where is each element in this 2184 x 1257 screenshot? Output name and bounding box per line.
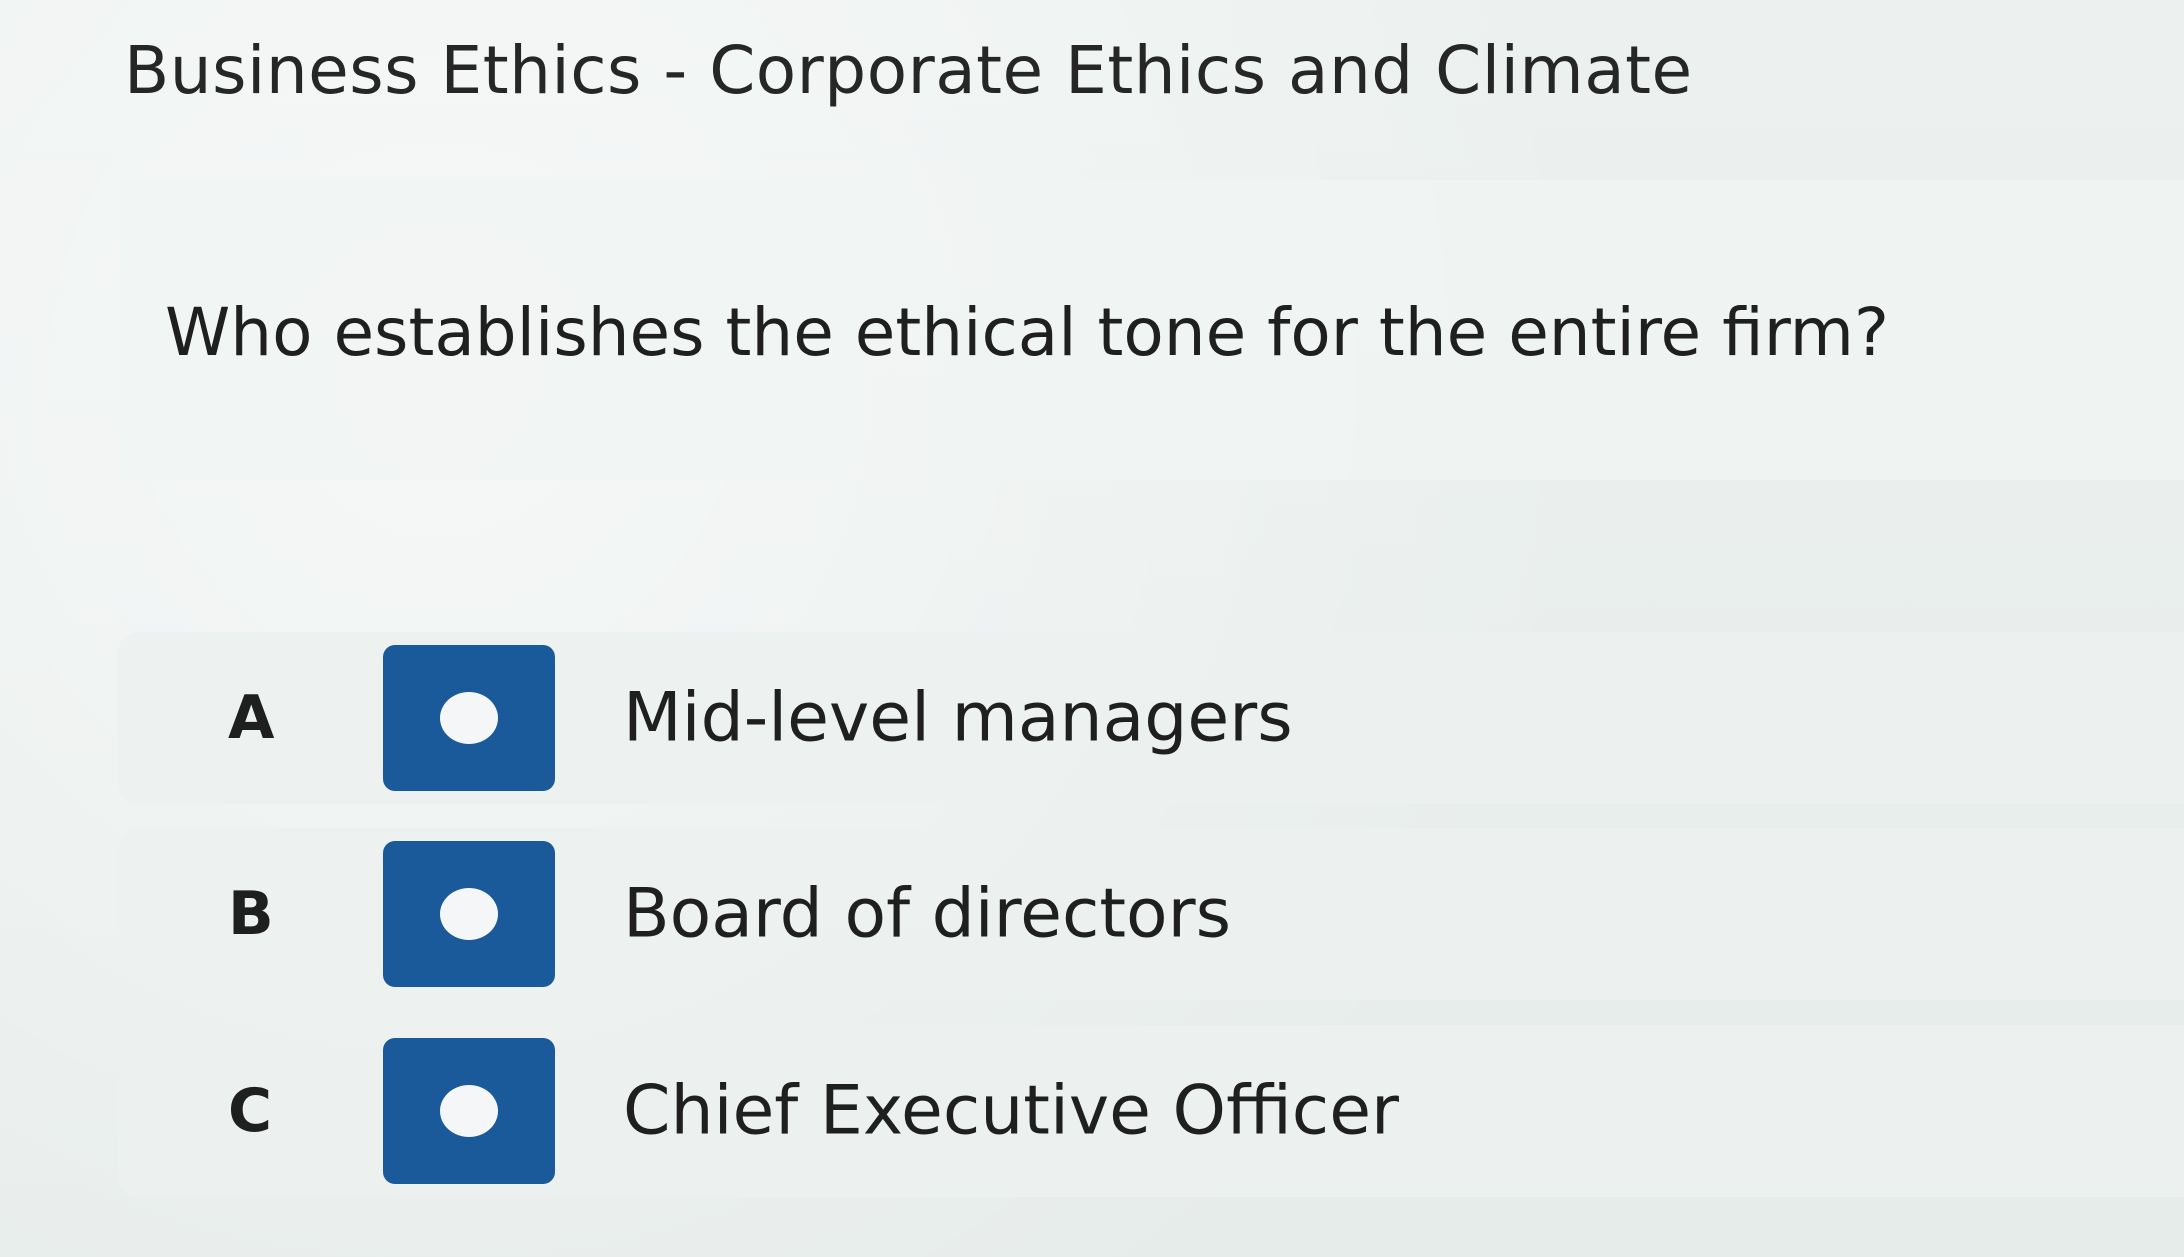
option-label: Chief Executive Officer: [623, 1071, 1399, 1151]
question-text: Who establishes the ethical tone for the…: [165, 294, 1889, 371]
option-letter: B: [228, 879, 274, 949]
option-label: Mid-level managers: [623, 678, 1293, 758]
page-title: Business Ethics - Corporate Ethics and C…: [124, 32, 1693, 109]
answer-option-b[interactable]: B Board of directors: [118, 828, 2184, 1000]
option-letter: C: [228, 1076, 273, 1146]
quiz-page: Business Ethics - Corporate Ethics and C…: [0, 0, 2184, 1257]
answer-option-c[interactable]: C Chief Executive Officer: [118, 1025, 2184, 1197]
radio-dot-icon: [440, 1085, 498, 1137]
radio-dot-icon: [440, 692, 498, 744]
radio-button-b[interactable]: [383, 841, 555, 987]
radio-button-a[interactable]: [383, 645, 555, 791]
option-label: Board of directors: [623, 874, 1232, 954]
radio-button-c[interactable]: [383, 1038, 555, 1184]
answer-option-a[interactable]: A Mid-level managers: [118, 632, 2184, 804]
radio-dot-icon: [440, 888, 498, 940]
option-letter: A: [228, 683, 275, 753]
